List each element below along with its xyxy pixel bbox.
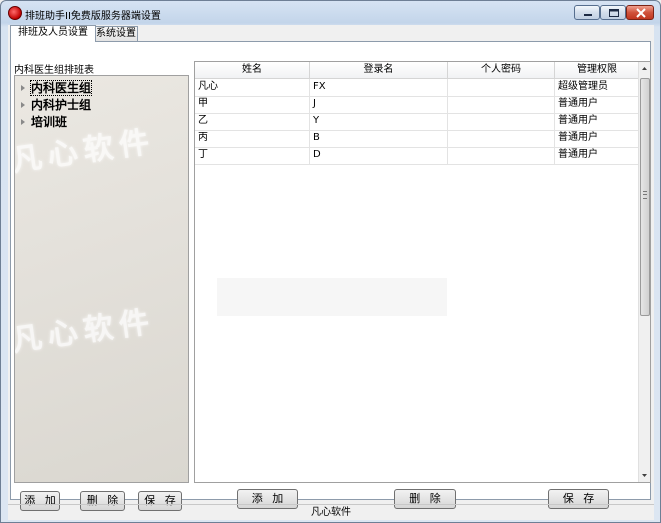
- tree-item-label: 内科护士组: [31, 98, 92, 112]
- column-header-name[interactable]: 姓名: [195, 62, 310, 78]
- cell-permission[interactable]: 普通用户: [555, 130, 640, 147]
- tab-system-settings[interactable]: 系统设置: [94, 26, 138, 41]
- user-grid[interactable]: 姓名 登录名 个人密码 管理权限 凡心 FX 超级管理员 甲 J 普通用户 乙 …: [194, 61, 651, 483]
- tree-item-label: 培训班: [31, 115, 68, 129]
- title-bar[interactable]: 排班助手II免费版服务器端设置: [1, 1, 660, 25]
- status-bar: 凡心软件: [8, 504, 654, 521]
- table-row[interactable]: 丁 D 普通用户: [195, 147, 640, 165]
- cell-name[interactable]: 丙: [195, 130, 310, 147]
- window-title: 排班助手II免费版服务器端设置: [25, 11, 161, 22]
- scroll-down-button[interactable]: [639, 468, 650, 482]
- column-header-password[interactable]: 个人密码: [448, 62, 555, 78]
- cell-permission[interactable]: 普通用户: [555, 113, 640, 130]
- app-icon[interactable]: [8, 6, 22, 20]
- cell-login[interactable]: B: [310, 130, 448, 147]
- scroll-up-button[interactable]: [639, 62, 650, 76]
- arrow-up-icon: [642, 67, 647, 70]
- app-window: 排班助手II免费版服务器端设置 系统设置 排班及人员设置 内科医生组排班表 凡心…: [0, 0, 661, 523]
- close-icon: [636, 8, 646, 18]
- cell-password[interactable]: [448, 79, 555, 96]
- cell-login[interactable]: Y: [310, 113, 448, 130]
- cell-password[interactable]: [448, 130, 555, 147]
- column-header-permission[interactable]: 管理权限: [555, 62, 640, 78]
- cell-login[interactable]: J: [310, 96, 448, 113]
- maximize-icon: [609, 9, 619, 17]
- grid-header: 姓名 登录名 个人密码 管理权限: [195, 62, 640, 79]
- tree-item-label: 内科医生组: [29, 80, 93, 96]
- cell-name[interactable]: 乙: [195, 113, 310, 130]
- table-row[interactable]: 乙 Y 普通用户: [195, 113, 640, 131]
- group-tree[interactable]: 凡心软件 凡心软件 内科医生组 内科护士组 培训班: [14, 75, 189, 483]
- arrow-down-icon: [642, 474, 647, 477]
- triangle-right-icon[interactable]: [21, 84, 25, 91]
- cell-name[interactable]: 凡心: [195, 79, 310, 96]
- cell-password[interactable]: [448, 147, 555, 164]
- cell-name[interactable]: 甲: [195, 96, 310, 113]
- cell-login[interactable]: D: [310, 147, 448, 164]
- grid-vertical-scrollbar[interactable]: [638, 62, 650, 482]
- minimize-button[interactable]: [574, 5, 600, 20]
- maximize-button[interactable]: [600, 5, 626, 20]
- table-row[interactable]: 凡心 FX 超级管理员: [195, 79, 640, 97]
- cell-password[interactable]: [448, 96, 555, 113]
- cell-login[interactable]: FX: [310, 79, 448, 96]
- table-row[interactable]: 丙 B 普通用户: [195, 130, 640, 148]
- client-area: 系统设置 排班及人员设置 内科医生组排班表 凡心软件 凡心软件 内科医生组 内科…: [8, 25, 654, 520]
- scrollbar-thumb[interactable]: [640, 78, 650, 316]
- tab-strip: 系统设置 排班及人员设置: [8, 25, 654, 42]
- close-button[interactable]: [626, 5, 654, 20]
- tree-item-internal-doctors[interactable]: 内科医生组: [21, 79, 93, 96]
- column-header-login[interactable]: 登录名: [310, 62, 448, 78]
- grip-icon: [643, 191, 647, 199]
- cell-name[interactable]: 丁: [195, 147, 310, 164]
- cell-password[interactable]: [448, 113, 555, 130]
- tab-page: 内科医生组排班表 凡心软件 凡心软件 内科医生组 内科护士组 培训班 姓名 登录…: [10, 41, 651, 511]
- cell-permission[interactable]: 超级管理员: [555, 79, 640, 96]
- tree-item-internal-nurses[interactable]: 内科护士组: [21, 96, 92, 112]
- group-caption: 内科医生组排班表: [14, 65, 94, 76]
- minimize-icon: [584, 14, 592, 16]
- triangle-right-icon[interactable]: [21, 101, 25, 108]
- blank-area: [217, 278, 447, 316]
- cell-permission[interactable]: 普通用户: [555, 96, 640, 113]
- tab-schedule-staff-settings[interactable]: 排班及人员设置: [10, 25, 96, 42]
- tree-item-training[interactable]: 培训班: [21, 113, 68, 129]
- triangle-right-icon[interactable]: [21, 118, 25, 125]
- cell-permission[interactable]: 普通用户: [555, 147, 640, 164]
- table-row[interactable]: 甲 J 普通用户: [195, 96, 640, 114]
- watermark-logo: 凡心软件: [14, 304, 158, 359]
